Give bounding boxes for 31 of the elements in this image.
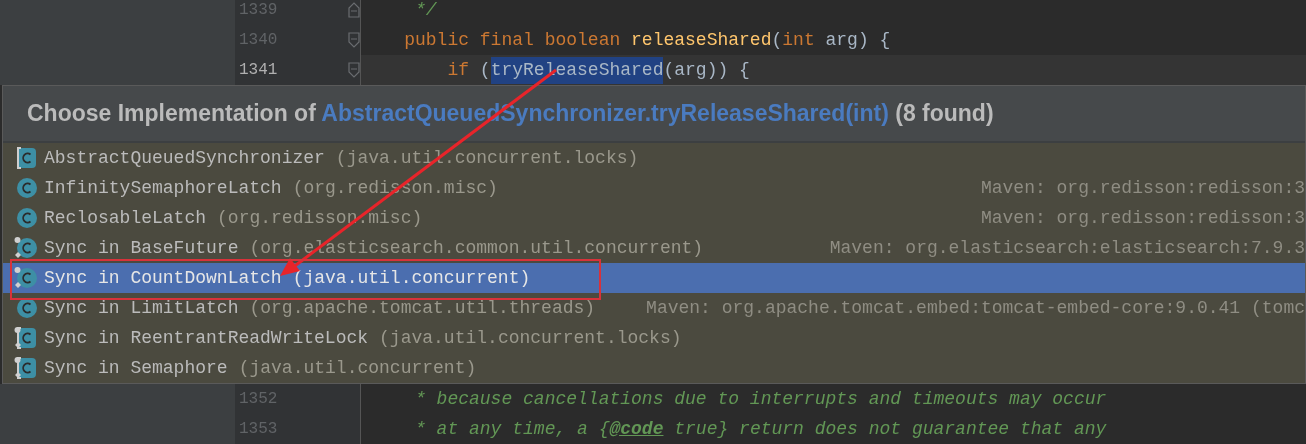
class-name: AbstractQueuedSynchronizer [44, 146, 325, 170]
class-icon [14, 176, 38, 200]
implementation-item[interactable]: Sync in CountDownLatch (java.util.concurrent) [3, 263, 1305, 293]
implementation-item[interactable]: Sync in LimitLatch (org.apache.tomcat.util.threads) Maven: org.apache.tomcat.embed:tomcat-embed-core:9.0.41 (tomc [3, 293, 1305, 323]
class-name: InfinitySemaphoreLatch [44, 176, 282, 200]
class-name: Sync in CountDownLatch [44, 266, 282, 290]
class-icon [14, 266, 38, 290]
line-number: 1341 [239, 60, 279, 81]
package-name: (java.util.concurrent) [238, 356, 477, 380]
class-name: Sync in BaseFuture [44, 236, 239, 260]
class-icon [14, 326, 38, 350]
class-icon [14, 236, 38, 260]
package-name: (java.util.concurrent.locks) [379, 326, 682, 350]
implementation-item[interactable]: Sync in Semaphore (java.util.concurrent) [3, 353, 1305, 383]
class-icon [14, 356, 38, 380]
implementation-item[interactable]: Sync in ReentrantReadWriteLock (java.util.concurrent.locks) [3, 323, 1305, 353]
library-location: Maven: org.redisson:redisson:3 [980, 206, 1305, 230]
library-location: Maven: org.elasticsearch:elasticsearch:7.9.3 [829, 236, 1305, 260]
package-name: (java.util.concurrent) [292, 266, 531, 290]
class-icon [14, 146, 38, 170]
class-name: Sync in Semaphore [44, 356, 228, 380]
library-location: Maven: org.apache.tomcat.embed:tomcat-embed-core:9.0.41 (tomc [646, 296, 1305, 320]
class-icon [14, 206, 38, 230]
class-name: Sync in LimitLatch [44, 296, 239, 320]
fold-marker-icon[interactable] [348, 32, 360, 48]
class-name: ReclosableLatch [44, 206, 207, 230]
fold-marker-icon[interactable] [348, 62, 360, 78]
fold-marker-icon[interactable] [348, 2, 360, 18]
class-name: Sync in ReentrantReadWriteLock [44, 326, 369, 350]
package-name: (org.apache.tomcat.util.threads) [249, 296, 596, 320]
library-location: Maven: org.redisson:redisson:3 [980, 176, 1305, 200]
